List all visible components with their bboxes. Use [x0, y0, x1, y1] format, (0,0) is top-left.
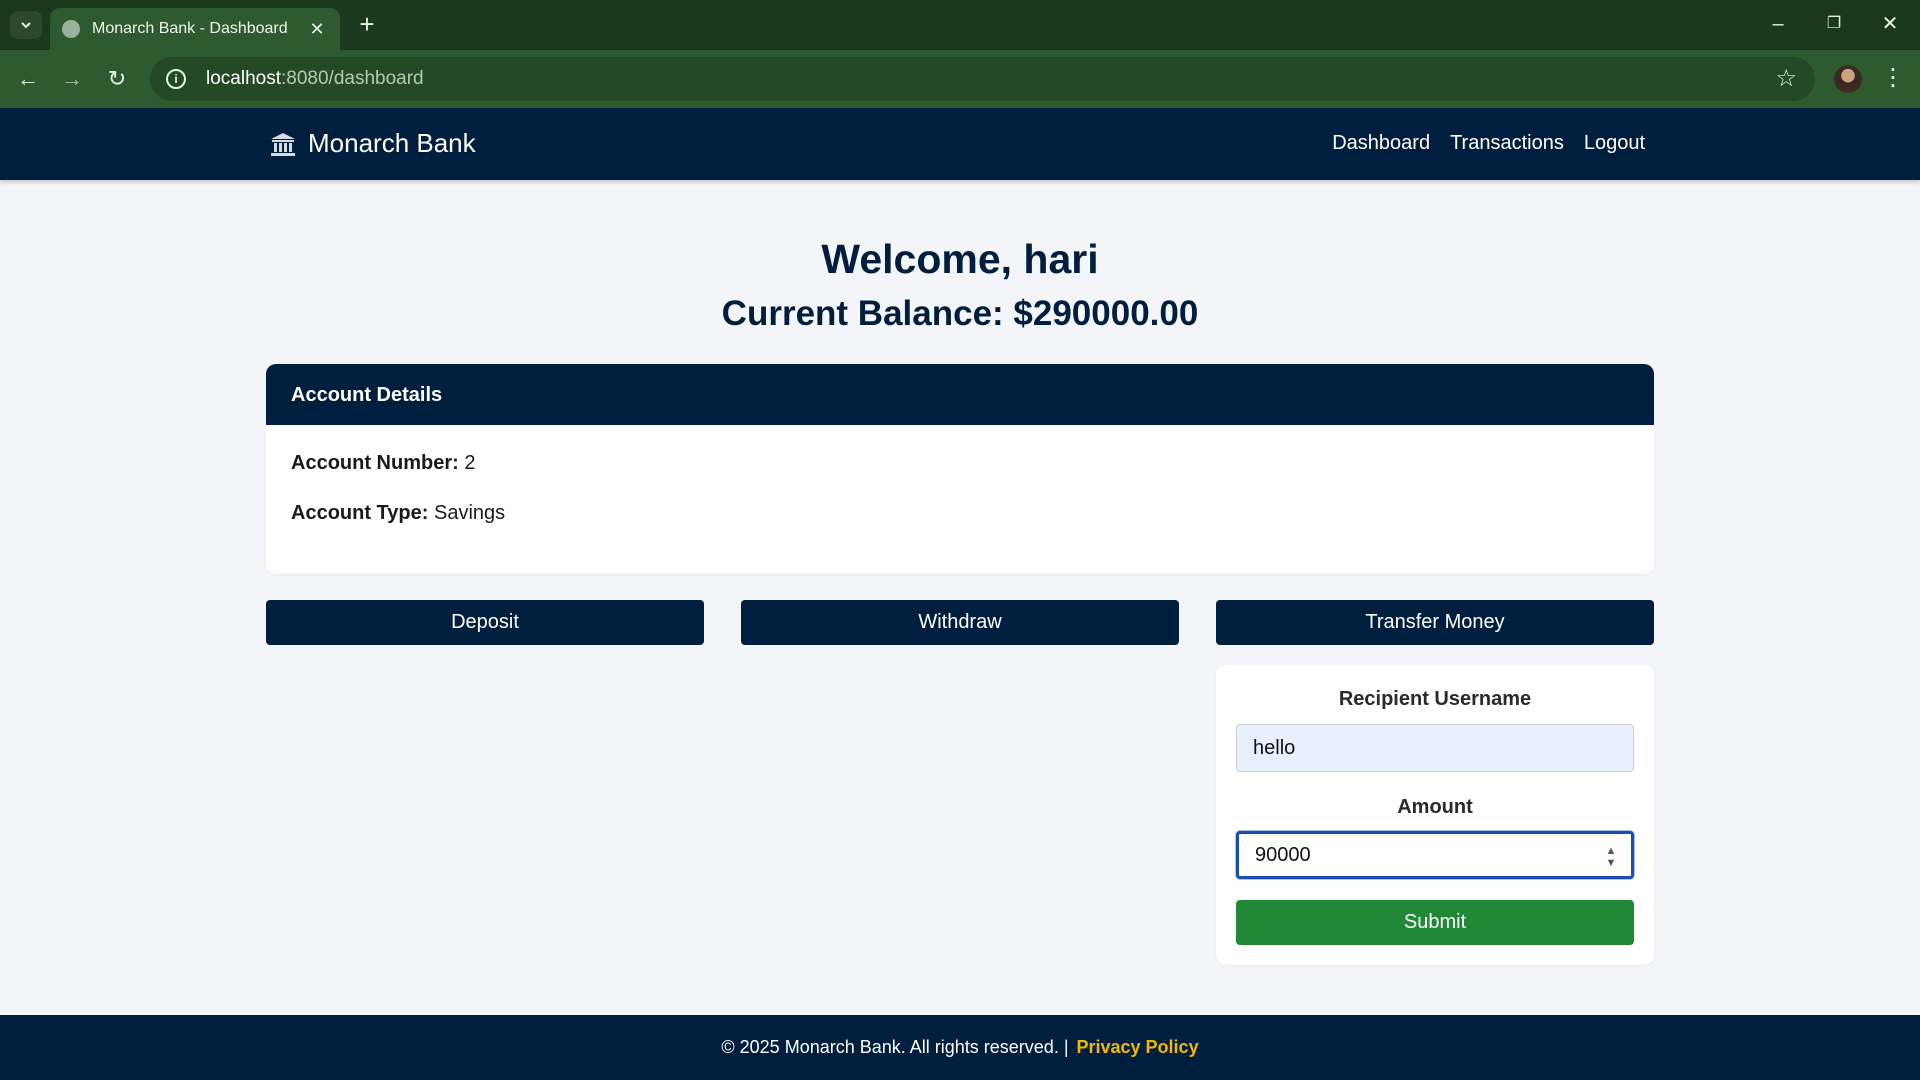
account-number-value: 2	[464, 452, 476, 474]
amount-value: 90000	[1255, 844, 1311, 866]
url-host: localhost	[206, 68, 281, 89]
nav-links: Dashboard Transactions Logout	[1332, 132, 1645, 155]
new-tab-button[interactable]: +	[352, 10, 382, 40]
globe-icon	[62, 20, 80, 38]
url-text: localhost:8080/dashboard	[206, 68, 424, 90]
minimize-button[interactable]: –	[1758, 8, 1798, 40]
url-path: :8080/dashboard	[281, 68, 424, 89]
account-number-label: Account Number:	[291, 452, 459, 474]
account-details-header: Account Details	[266, 364, 1654, 425]
submit-button[interactable]: Submit	[1236, 900, 1634, 945]
balance-heading: Current Balance: $290000.00	[721, 294, 1199, 333]
profile-avatar[interactable]	[1834, 65, 1862, 93]
restore-button[interactable]: ❐	[1814, 8, 1854, 40]
account-type-label: Account Type:	[291, 502, 429, 524]
site-info-icon[interactable]: i	[166, 69, 186, 89]
privacy-policy-link[interactable]: Privacy Policy	[1077, 1037, 1199, 1058]
nav-link-transactions[interactable]: Transactions	[1450, 132, 1564, 155]
tab-search-button[interactable]	[10, 11, 42, 39]
welcome-heading: Welcome, hari	[821, 236, 1099, 282]
browser-toolbar: ← → ↻ i localhost:8080/dashboard ☆ ⋮	[0, 50, 1920, 108]
browser-tab-strip: Monarch Bank - Dashboard ✕ + – ❐ ✕	[0, 0, 1920, 50]
forward-button[interactable]: →	[56, 63, 88, 95]
transfer-form: Recipient Username hello Amount 90000 ▲ ▼…	[1216, 665, 1654, 965]
site-footer: © 2025 Monarch Bank. All rights reserved…	[0, 1015, 1920, 1080]
active-tab[interactable]: Monarch Bank - Dashboard ✕	[50, 8, 340, 50]
site-navbar: Monarch Bank Dashboard Transactions Logo…	[0, 108, 1920, 180]
account-details-card: Account Details Account Number: 2 Accoun…	[266, 364, 1654, 574]
close-window-button[interactable]: ✕	[1870, 8, 1910, 40]
back-button[interactable]: ←	[12, 63, 44, 95]
address-bar[interactable]: i localhost:8080/dashboard ☆	[150, 57, 1815, 101]
browser-menu-icon[interactable]: ⋮	[1880, 62, 1906, 96]
brand[interactable]: Monarch Bank	[270, 128, 476, 159]
deposit-button[interactable]: Deposit	[266, 600, 704, 645]
account-type-row: Account Type: Savings	[291, 502, 505, 525]
tab-title: Monarch Bank - Dashboard	[92, 20, 288, 37]
account-type-value: Savings	[433, 502, 506, 524]
number-spinner-icon[interactable]: ▲ ▼	[1605, 845, 1617, 869]
bank-icon	[271, 132, 295, 156]
close-tab-icon[interactable]: ✕	[306, 19, 328, 40]
recipient-username-input[interactable]: hello	[1236, 724, 1634, 772]
chevron-down-icon	[21, 22, 31, 29]
reload-button[interactable]: ↻	[101, 63, 133, 95]
withdraw-button[interactable]: Withdraw	[741, 600, 1179, 645]
transfer-money-button[interactable]: Transfer Money	[1216, 600, 1654, 645]
nav-link-dashboard[interactable]: Dashboard	[1332, 132, 1430, 155]
brand-name: Monarch Bank	[308, 128, 476, 158]
nav-link-logout[interactable]: Logout	[1584, 132, 1645, 155]
recipient-username-label: Recipient Username	[1338, 688, 1532, 710]
amount-label: Amount	[1397, 796, 1473, 818]
account-number-row: Account Number: 2	[291, 452, 475, 475]
page-viewport: Monarch Bank Dashboard Transactions Logo…	[0, 108, 1920, 1080]
amount-input[interactable]: 90000 ▲ ▼	[1236, 831, 1634, 879]
copyright-text: © 2025 Monarch Bank. All rights reserved…	[721, 1037, 1069, 1057]
bookmark-star-icon[interactable]: ☆	[1775, 65, 1797, 93]
